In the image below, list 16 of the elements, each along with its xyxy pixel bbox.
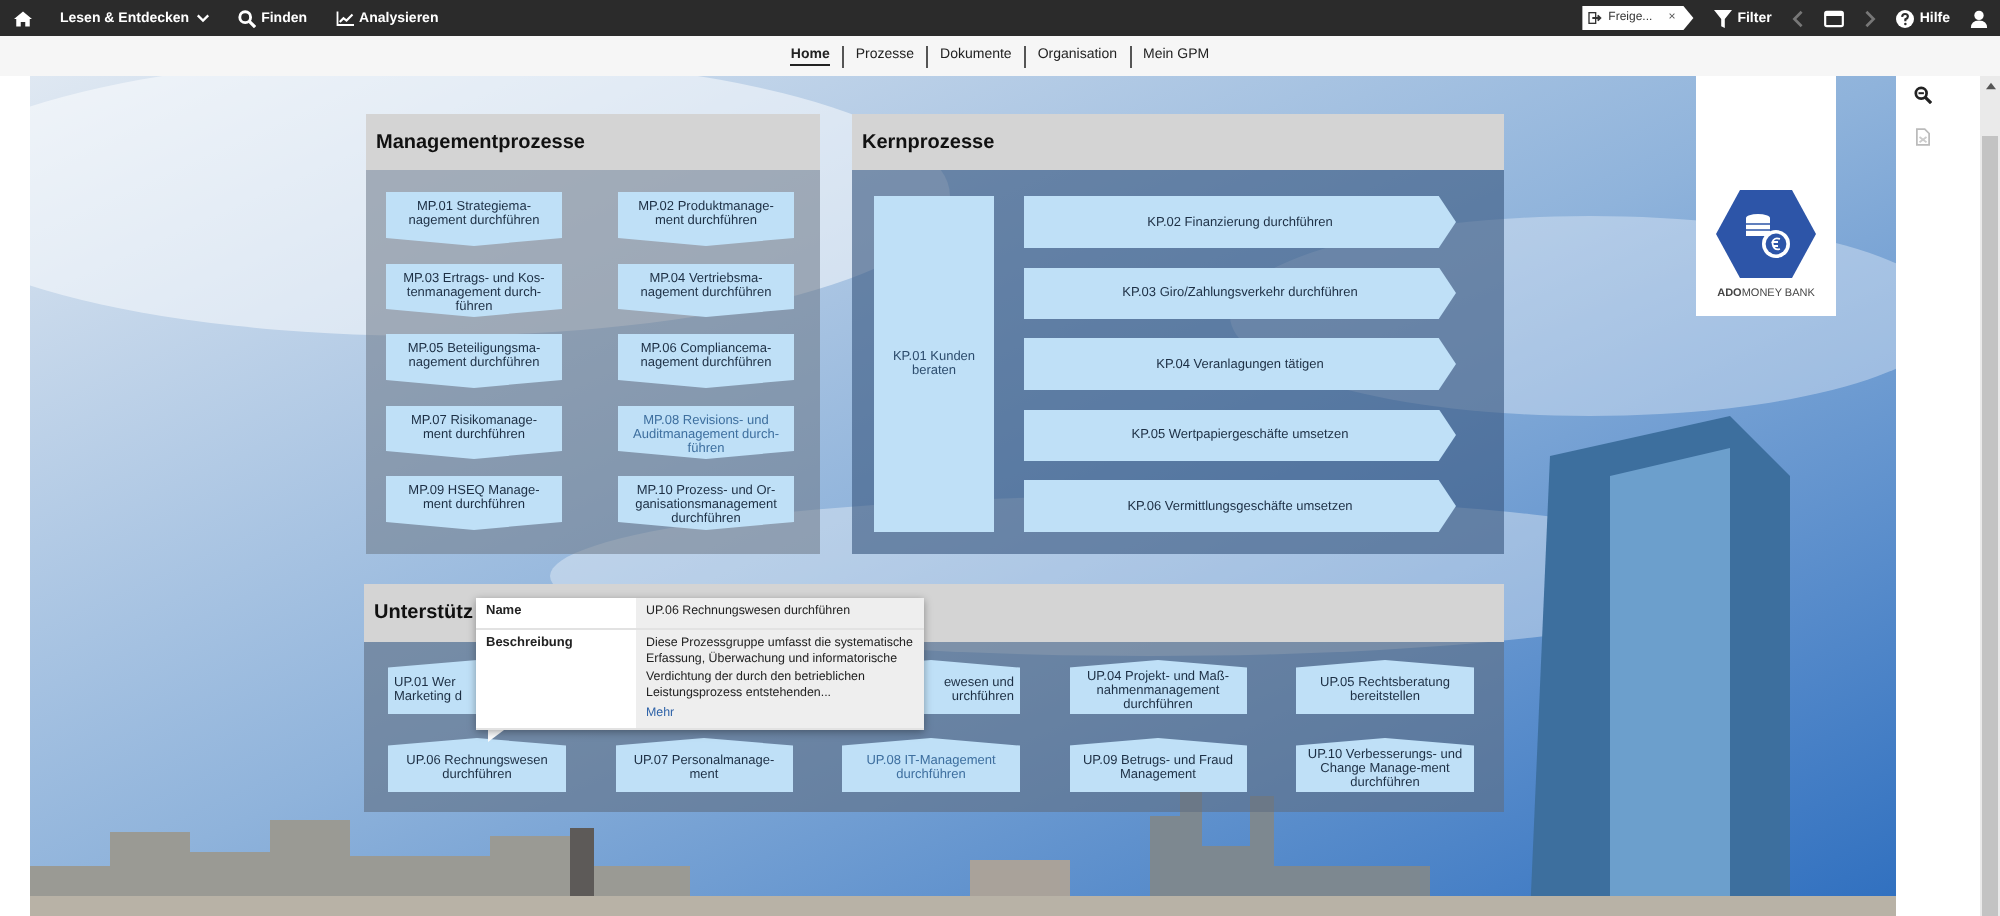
- caret-icon: [195, 12, 210, 24]
- search-icon: [237, 9, 256, 27]
- panel-title: Kernprozesse: [862, 131, 995, 153]
- filter-icon: [1713, 9, 1732, 27]
- share-icon: [1588, 12, 1603, 24]
- zoom-out-icon[interactable]: [1914, 86, 1932, 104]
- window-icon[interactable]: [1823, 9, 1844, 27]
- line-chart-icon: [335, 9, 354, 27]
- scroll-up-icon[interactable]: [1985, 82, 1995, 90]
- scrollbar[interactable]: [1980, 76, 2000, 916]
- coins-logo-icon: [1716, 190, 1816, 278]
- user-icon[interactable]: [1970, 9, 1988, 27]
- panel-title: Managementprozesse: [376, 131, 585, 153]
- home-icon[interactable]: [14, 9, 32, 27]
- help-icon: [1895, 9, 1914, 27]
- panel-title: Unterstütz: [374, 602, 473, 624]
